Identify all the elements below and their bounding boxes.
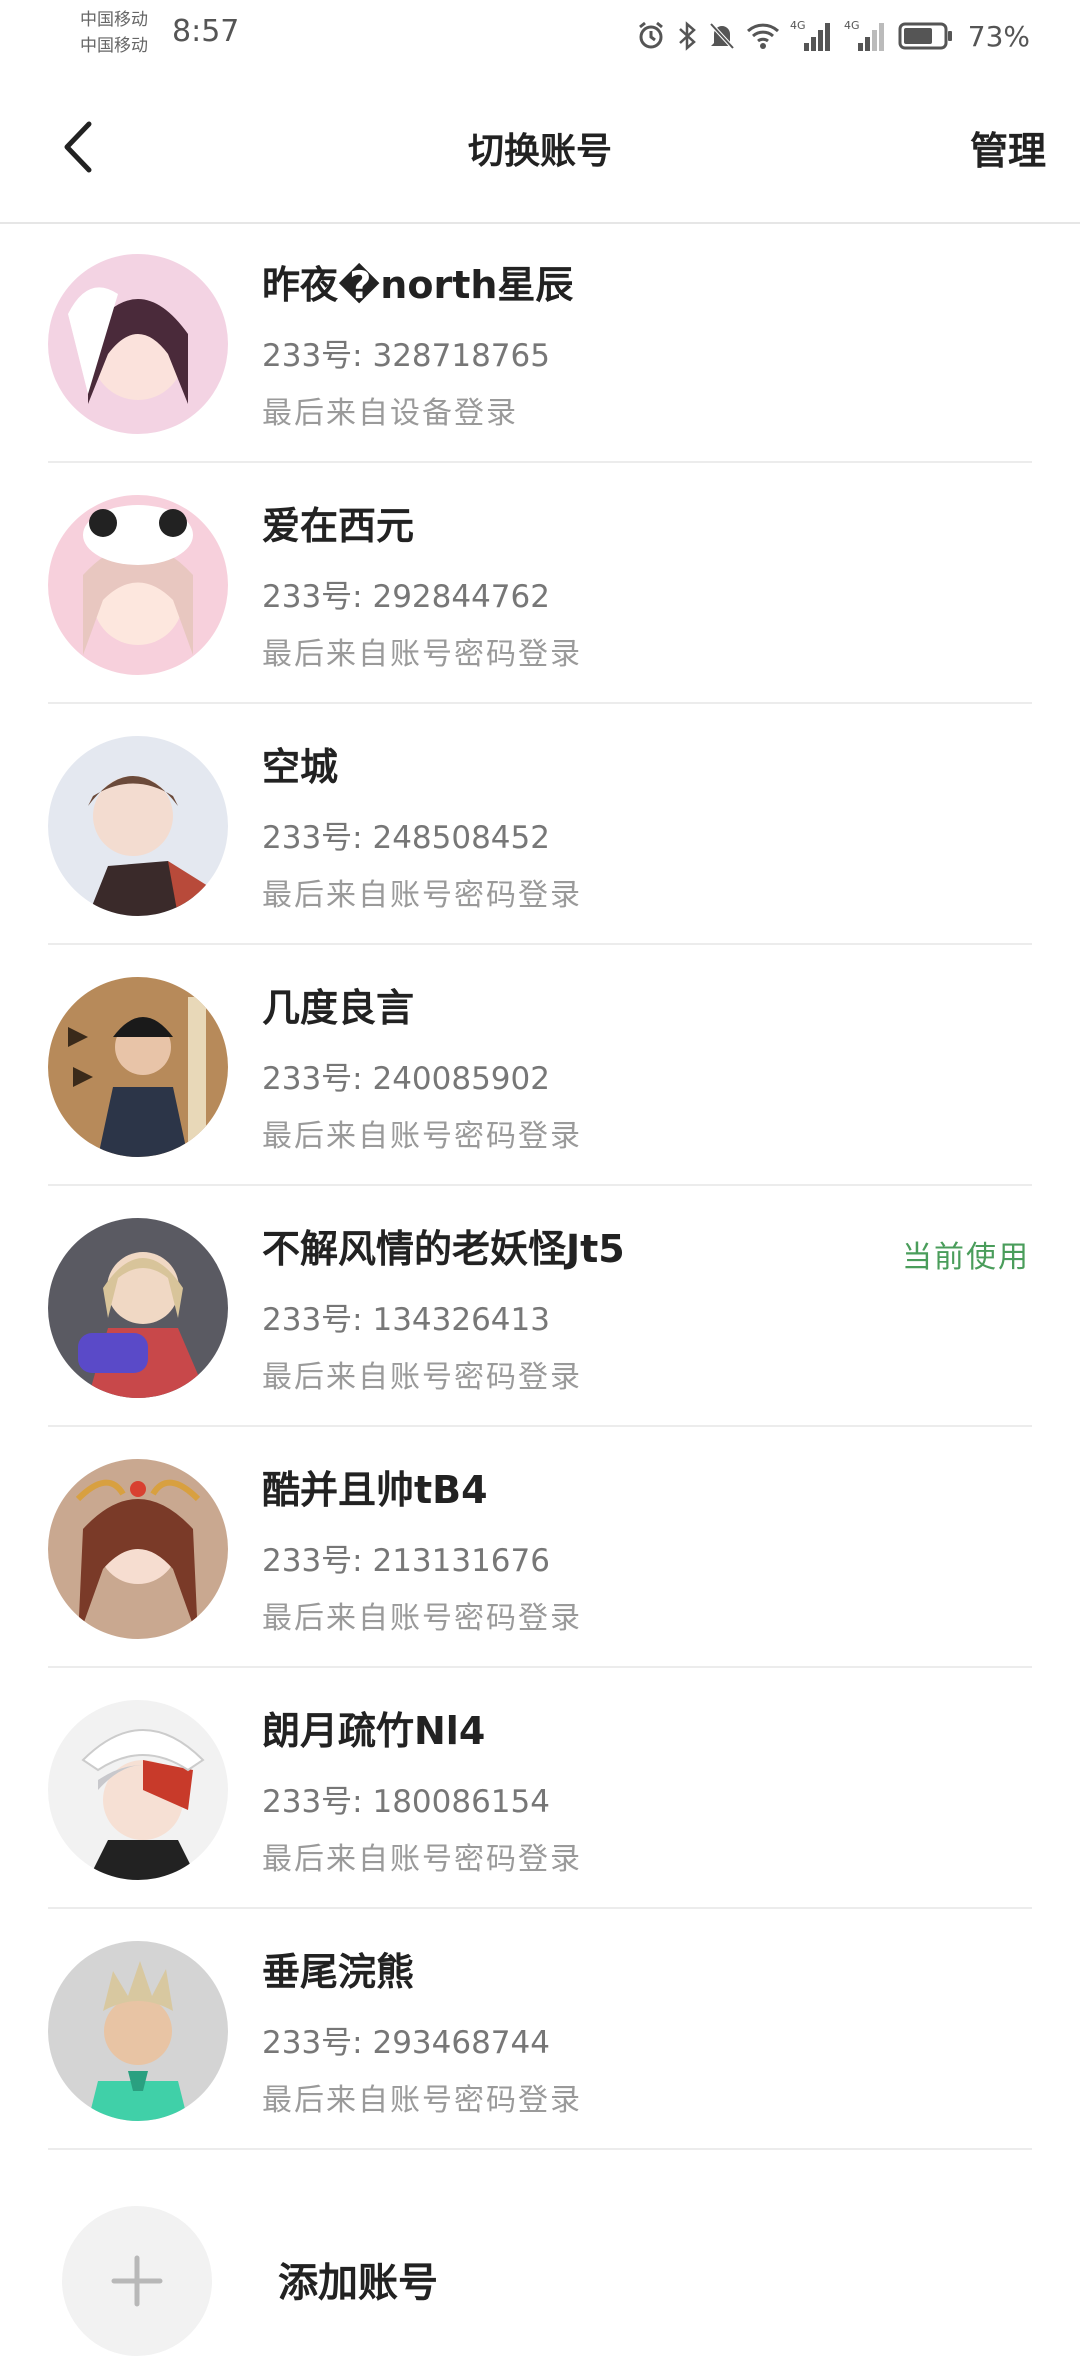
account-row[interactable]: 昨夜�north星辰 233号: 328718765 最后来自设备登录	[0, 222, 1080, 463]
account-name: 几度良言	[262, 986, 415, 1030]
account-name: 垂尾浣熊	[262, 1950, 415, 1994]
mute-bell-icon	[708, 21, 736, 51]
account-id: 233号: 213131676	[262, 1543, 550, 1579]
battery-percent: 73%	[967, 19, 1030, 53]
account-row[interactable]: 垂尾浣熊 233号: 293468744 最后来自账号密码登录	[0, 1909, 1080, 2150]
account-id: 233号: 240085902	[262, 1061, 550, 1097]
account-list: 昨夜�north星辰 233号: 328718765 最后来自设备登录 爱在西元…	[0, 222, 1080, 2150]
avatar	[48, 1459, 228, 1639]
status-bar: 中国移动 中国移动 8:57 4G 4G 73%	[0, 0, 1080, 72]
account-name: 空城	[262, 745, 339, 789]
account-row[interactable]: 几度良言 233号: 240085902 最后来自账号密码登录	[0, 945, 1080, 1186]
account-row[interactable]: 朗月疏竹Nl4 233号: 180086154 最后来自账号密码登录	[0, 1668, 1080, 1909]
avatar	[48, 736, 228, 916]
avatar	[48, 254, 228, 434]
account-row[interactable]: 不解风情的老妖怪Jt5 当前使用 233号: 134326413 最后来自账号密…	[0, 1186, 1080, 1427]
account-login-method: 最后来自账号密码登录	[262, 1360, 582, 1395]
carrier-info: 中国移动 中国移动	[80, 8, 148, 60]
account-name: 昨夜�north星辰	[262, 263, 574, 307]
network-1-label: 4G	[790, 19, 806, 32]
manage-button[interactable]: 管理	[970, 120, 1046, 175]
account-row[interactable]: 爱在西元 233号: 292844762 最后来自账号密码登录	[0, 463, 1080, 704]
current-account-badge: 当前使用	[902, 1240, 1030, 1275]
signal-1-icon: 4G	[790, 19, 834, 53]
add-account-row[interactable]: 添加账号	[0, 2166, 1080, 2356]
carrier-2: 中国移动	[80, 36, 148, 56]
wifi-icon	[746, 21, 780, 51]
account-row[interactable]: 酷并且帅tB4 233号: 213131676 最后来自账号密码登录	[0, 1427, 1080, 1668]
account-id: 233号: 293468744	[262, 2025, 550, 2061]
account-login-method: 最后来自设备登录	[262, 396, 518, 431]
avatar	[48, 495, 228, 675]
system-icons: 4G 4G 73%	[636, 14, 1030, 58]
battery-icon	[898, 21, 954, 51]
account-id: 233号: 248508452	[262, 820, 550, 856]
account-name: 朗月疏竹Nl4	[262, 1709, 486, 1753]
add-account-button[interactable]	[62, 2206, 212, 2356]
nav-header: 切换账号 管理	[0, 72, 1080, 224]
bluetooth-icon	[676, 21, 698, 51]
account-id: 233号: 180086154	[262, 1784, 550, 1820]
page-title: 切换账号	[467, 131, 612, 172]
account-login-method: 最后来自账号密码登录	[262, 1601, 582, 1636]
account-name: 不解风情的老妖怪Jt5	[262, 1227, 625, 1271]
account-id: 233号: 292844762	[262, 579, 550, 615]
account-id: 233号: 328718765	[262, 338, 550, 374]
account-login-method: 最后来自账号密码登录	[262, 1842, 582, 1877]
status-time: 8:57	[172, 14, 240, 49]
divider	[48, 2148, 1032, 2150]
alarm-icon	[636, 21, 666, 51]
account-name: 爱在西元	[262, 504, 415, 548]
account-name: 酷并且帅tB4	[262, 1468, 488, 1512]
avatar	[48, 1218, 228, 1398]
plus-icon	[111, 2255, 163, 2307]
account-login-method: 最后来自账号密码登录	[262, 1119, 582, 1154]
avatar	[48, 977, 228, 1157]
account-id: 233号: 134326413	[262, 1302, 550, 1338]
account-login-method: 最后来自账号密码登录	[262, 2083, 582, 2118]
network-2-label: 4G	[844, 19, 860, 32]
add-account-label: 添加账号	[278, 2260, 438, 2306]
account-login-method: 最后来自账号密码登录	[262, 637, 582, 672]
signal-2-icon: 4G	[844, 19, 888, 53]
carrier-1: 中国移动	[80, 10, 148, 30]
account-row[interactable]: 空城 233号: 248508452 最后来自账号密码登录	[0, 704, 1080, 945]
avatar	[48, 1941, 228, 2121]
avatar	[48, 1700, 228, 1880]
account-login-method: 最后来自账号密码登录	[262, 878, 582, 913]
